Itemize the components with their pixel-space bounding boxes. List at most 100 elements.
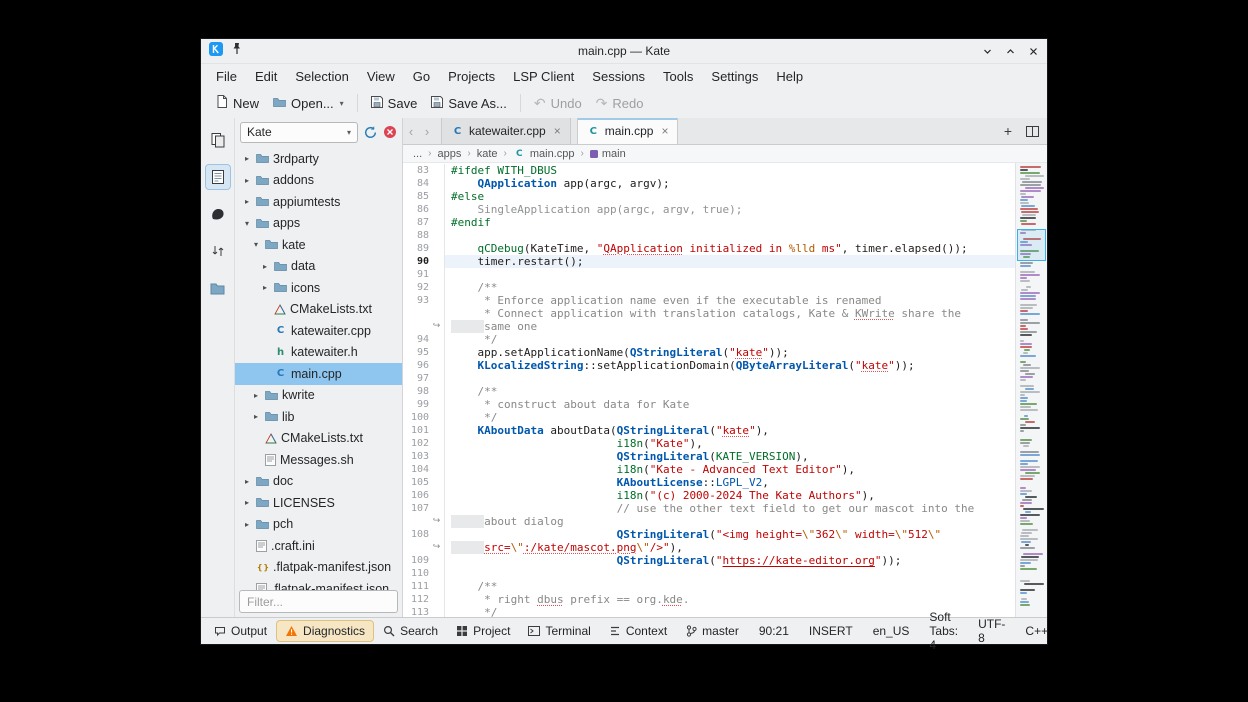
menu-settings[interactable]: Settings — [702, 66, 767, 87]
expander-icon[interactable]: ▸ — [242, 498, 252, 507]
expander-icon[interactable]: ▸ — [251, 412, 261, 421]
expander-icon[interactable]: ▸ — [242, 477, 252, 486]
status-utf-8[interactable]: UTF-8 — [969, 614, 1014, 648]
tree-item-addons[interactable]: ▸addons — [235, 170, 402, 192]
cmake-icon — [265, 433, 277, 444]
menu-view[interactable]: View — [358, 66, 404, 87]
expander-icon[interactable]: ▸ — [251, 391, 261, 400]
filesystem-tool-button[interactable] — [206, 276, 230, 300]
status-context-button[interactable]: Context — [601, 621, 675, 641]
split-view-button[interactable] — [1022, 121, 1042, 141]
menu-projects[interactable]: Projects — [439, 66, 504, 87]
menu-sessions[interactable]: Sessions — [583, 66, 654, 87]
tree-item-katewaiter-h[interactable]: hkatewaiter.h — [235, 342, 402, 364]
tree-item-main-cpp[interactable]: Cmain.cpp — [235, 363, 402, 385]
tree-item-3rdparty[interactable]: ▸3rdparty — [235, 148, 402, 170]
status-search-button[interactable]: Search — [375, 621, 446, 641]
menu-selection[interactable]: Selection — [286, 66, 357, 87]
status-insert[interactable]: INSERT — [800, 621, 862, 641]
status-master[interactable]: master — [677, 621, 748, 641]
status-project-button[interactable]: Project — [448, 621, 518, 641]
status-c[interactable]: C++ — [1016, 621, 1057, 641]
status-90-21[interactable]: 90:21 — [750, 621, 798, 641]
menu-go[interactable]: Go — [404, 66, 439, 87]
tree-item-messages-sh[interactable]: Messages.sh — [235, 449, 402, 471]
tree-item-katewaiter-cpp[interactable]: Ckatewaiter.cpp — [235, 320, 402, 342]
menu-file[interactable]: File — [207, 66, 246, 87]
documents-tool-button[interactable] — [206, 165, 230, 189]
expander-icon[interactable]: ▸ — [242, 520, 252, 529]
filter-input[interactable] — [239, 590, 398, 613]
editor-text-area[interactable]: 83#ifdef WITH_DBUS84 QApplication app(ar… — [403, 163, 1015, 617]
projects-panel: Kate ▾ ▸3rdparty▸addons▸appiumtests▾apps… — [235, 118, 403, 617]
tab-main-cpp[interactable]: Cmain.cpp× — [577, 118, 679, 144]
close-button[interactable] — [1028, 46, 1039, 57]
tab-scroll-left-button[interactable]: ‹ — [403, 118, 419, 144]
tree-item-kwrite[interactable]: ▸kwrite — [235, 385, 402, 407]
tree-item-kate[interactable]: ▾kate — [235, 234, 402, 256]
breadcrumb-item-kate[interactable]: kate — [477, 148, 498, 160]
titlebar[interactable]: main.cpp — Kate — [201, 39, 1047, 64]
clipboard-tool-button[interactable] — [206, 128, 230, 152]
breadcrumb-item-main-cpp[interactable]: Cmain.cpp — [513, 148, 575, 160]
tree-item-pch[interactable]: ▸ pch — [235, 514, 402, 536]
kate-tool-button[interactable] — [206, 202, 230, 226]
tree-item-data[interactable]: ▸data — [235, 256, 402, 278]
expander-icon[interactable]: ▸ — [242, 176, 252, 185]
status-terminal-button[interactable]: Terminal — [520, 621, 598, 641]
tree-item-lib[interactable]: ▸lib — [235, 406, 402, 428]
minimap-viewport[interactable] — [1017, 229, 1046, 261]
tree-item-appiumtests[interactable]: ▸appiumtests — [235, 191, 402, 213]
tree-item-cmakelists-txt[interactable]: CMakeLists.txt — [235, 299, 402, 321]
new-button[interactable]: New — [209, 91, 266, 115]
code-line-93: 93 * Enforce application name even if th… — [403, 294, 1015, 307]
menu-tools[interactable]: Tools — [654, 66, 702, 87]
minimap-scrollbar[interactable] — [1015, 163, 1047, 617]
pin-icon[interactable] — [231, 42, 242, 60]
expander-icon[interactable]: ▸ — [260, 283, 270, 292]
tree-item-cmakelists-txt[interactable]: CMakeLists.txt — [235, 428, 402, 450]
tree-item-icons[interactable]: ▸icons — [235, 277, 402, 299]
tree-item-craft-ini[interactable]: .craft.ini — [235, 535, 402, 557]
undo-button[interactable]: ↶ Undo — [527, 92, 589, 115]
save-button[interactable]: Save — [364, 92, 425, 115]
expander-icon[interactable]: ▾ — [242, 219, 252, 228]
tree-item-flatpak-manifest-json[interactable]: { }.flatpak-manifest.json — [235, 557, 402, 579]
close-tab-icon[interactable]: × — [554, 124, 561, 138]
status-output-button[interactable]: Output — [206, 621, 275, 641]
redo-label: Redo — [612, 96, 643, 111]
breadcrumb-item-main[interactable]: main — [590, 148, 626, 160]
breadcrumb-item-apps[interactable]: apps — [438, 148, 462, 160]
save-as-button[interactable]: Save As... — [424, 92, 514, 115]
tab-scroll-right-button[interactable]: › — [419, 118, 435, 144]
menu-edit[interactable]: Edit — [246, 66, 286, 87]
tree-item-label: pch — [273, 517, 293, 531]
breadcrumb-item-[interactable]: ... — [413, 148, 422, 160]
expander-icon[interactable]: ▸ — [242, 154, 252, 163]
project-selector[interactable]: Kate ▾ — [240, 122, 358, 143]
maximize-button[interactable] — [1005, 46, 1016, 57]
tree-item-licenses[interactable]: ▸LICENSES — [235, 492, 402, 514]
tree-item-apps[interactable]: ▾apps — [235, 213, 402, 235]
project-file-tree: ▸3rdparty▸addons▸appiumtests▾apps▾kate▸d… — [235, 148, 402, 617]
sidebar-toolstrip — [201, 118, 235, 617]
close-project-button[interactable] — [383, 125, 397, 139]
status-diagnostics-button[interactable]: Diagnostics — [277, 621, 373, 641]
diff-tool-button[interactable] — [206, 239, 230, 263]
status-en-us[interactable]: en_US — [864, 621, 919, 641]
reload-project-button[interactable] — [363, 125, 378, 140]
expander-icon[interactable]: ▸ — [242, 197, 252, 206]
line-number: 109 — [403, 554, 429, 567]
tree-item-doc[interactable]: ▸doc — [235, 471, 402, 493]
code-line-112: 112 * right dbus prefix == org.kde. — [403, 593, 1015, 606]
close-tab-icon[interactable]: × — [661, 124, 668, 138]
redo-button[interactable]: ↷ Redo — [589, 92, 651, 115]
expander-icon[interactable]: ▸ — [260, 262, 270, 271]
tab-katewaiter-cpp[interactable]: Ckatewaiter.cpp× — [441, 118, 571, 144]
open-button[interactable]: Open... ▾ — [266, 92, 351, 115]
expander-icon[interactable]: ▾ — [251, 240, 261, 249]
minimize-button[interactable] — [982, 46, 993, 57]
menu-lsp-client[interactable]: LSP Client — [504, 66, 583, 87]
new-tab-button[interactable]: + — [998, 121, 1018, 141]
menu-help[interactable]: Help — [767, 66, 812, 87]
